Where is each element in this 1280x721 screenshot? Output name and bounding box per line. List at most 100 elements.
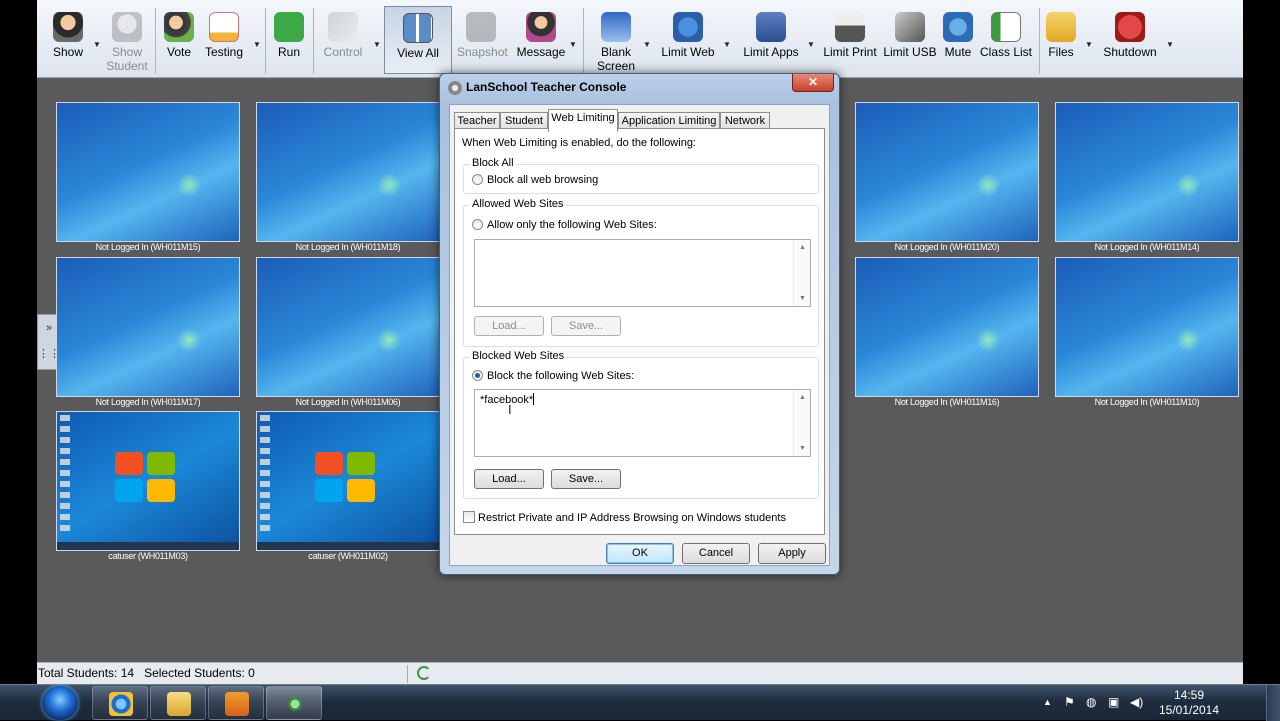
limit-web-dropdown-arrow[interactable]: ▼ (723, 40, 731, 49)
student-thumbnail[interactable] (56, 257, 240, 397)
toolbar-separator (583, 8, 584, 74)
scrollbar[interactable]: ▲ ▼ (793, 240, 810, 306)
scrollbar[interactable]: ▲ ▼ (793, 390, 810, 456)
show-icon (53, 12, 83, 42)
student-thumbnail-label: Not Logged In (WH011M06) (295, 397, 401, 407)
allowed-sites-textbox[interactable]: ▲ ▼ (474, 239, 811, 307)
limit-print-icon (835, 12, 865, 42)
taskbar-media-player[interactable] (208, 686, 264, 720)
limit-web-button[interactable]: Limit Web (659, 6, 717, 74)
limit-apps-button[interactable]: Limit Apps (739, 6, 803, 74)
restrict-private-ip-checkbox[interactable]: Restrict Private and IP Address Browsing… (463, 511, 786, 524)
internet-explorer-icon (109, 692, 133, 716)
snapshot-icon (466, 12, 496, 42)
message-button[interactable]: Message (515, 6, 567, 74)
view-all-button[interactable]: View All (384, 6, 452, 74)
student-thumbnail[interactable] (256, 257, 440, 397)
taskbar-file-explorer[interactable] (150, 686, 206, 720)
limit-apps-icon (756, 12, 786, 42)
student-thumbnail-label: Not Logged In (WH011M16) (894, 397, 1000, 407)
action-center-flag-icon[interactable]: ⚑ (1064, 695, 1075, 709)
start-button[interactable] (42, 686, 78, 720)
shutdown-button[interactable]: Shutdown (1101, 6, 1159, 74)
show-hidden-icons-icon[interactable]: ▲ (1043, 697, 1052, 707)
intro-text: When Web Limiting is enabled, do the fol… (462, 137, 696, 149)
toolbar-separator (1039, 8, 1040, 74)
testing-dropdown-arrow[interactable]: ▼ (253, 40, 261, 49)
web-limiting-panel: When Web Limiting is enabled, do the fol… (454, 128, 825, 535)
snapshot-button[interactable]: Snapshot (457, 6, 508, 74)
student-thumbnail[interactable] (855, 257, 1039, 397)
cancel-button[interactable]: Cancel (682, 543, 750, 564)
volume-icon[interactable]: ◀) (1130, 695, 1143, 709)
scroll-down-icon: ▼ (799, 445, 806, 452)
clock-date: 15/01/2014 (1158, 703, 1220, 717)
run-button[interactable]: Run (271, 6, 307, 74)
scroll-up-icon: ▲ (799, 244, 806, 251)
student-thumbnail[interactable] (56, 411, 240, 551)
ibeam-cursor-icon: I (508, 402, 512, 417)
show-dropdown-arrow[interactable]: ▼ (93, 40, 101, 49)
taskbar-internet-explorer[interactable] (92, 686, 148, 720)
files-dropdown-arrow[interactable]: ▼ (1085, 40, 1093, 49)
allow-only-radio[interactable]: Allow only the following Web Sites: (472, 219, 657, 231)
blank-screen-dropdown-arrow[interactable]: ▼ (643, 40, 651, 49)
student-thumbnail[interactable] (56, 102, 240, 242)
media-player-icon (225, 692, 249, 716)
student-thumbnail[interactable] (256, 102, 440, 242)
network-icon[interactable]: ▣ (1108, 695, 1119, 709)
limit-usb-button[interactable]: Limit USB (883, 6, 937, 74)
windows-logo-icon (115, 452, 179, 504)
toolbar-separator (265, 8, 266, 74)
shutdown-dropdown-arrow[interactable]: ▼ (1166, 40, 1174, 49)
student-thumbnail[interactable] (256, 411, 440, 551)
student-thumbnail-label: catuser (WH011M03) (108, 551, 188, 561)
show-student-button[interactable]: Show Student (105, 6, 149, 74)
allowed-sites-group: Allowed Web Sites Allow only the followi… (463, 198, 819, 347)
system-clock[interactable]: 14:59 15/01/2014 (1156, 688, 1222, 718)
student-thumbnail-label: catuser (WH011M02) (308, 551, 388, 561)
show-desktop-button[interactable] (1266, 685, 1280, 721)
tab-web-limiting[interactable]: Web Limiting (548, 109, 618, 132)
limit-print-button[interactable]: Limit Print (821, 6, 879, 74)
toolbar-separator (155, 8, 156, 74)
apply-button[interactable]: Apply (758, 543, 826, 564)
shutdown-icon (1115, 12, 1145, 42)
mute-icon (943, 12, 973, 42)
block-all-radio[interactable]: Block all web browsing (472, 174, 598, 186)
control-button[interactable]: Control (319, 6, 367, 74)
blocked-load-button[interactable]: Load... (474, 469, 544, 489)
close-button[interactable]: ✕ (792, 74, 834, 92)
allowed-save-button[interactable]: Save... (551, 316, 621, 336)
control-icon (328, 12, 358, 42)
message-dropdown-arrow[interactable]: ▼ (569, 40, 577, 49)
blank-screen-button[interactable]: Blank Screen (593, 6, 639, 74)
allowed-load-button[interactable]: Load... (474, 316, 544, 336)
control-dropdown-arrow[interactable]: ▼ (373, 40, 381, 49)
student-thumbnail[interactable] (1055, 102, 1239, 242)
taskbar-lanschool[interactable] (266, 686, 322, 720)
files-button[interactable]: Files (1045, 6, 1077, 74)
testing-button[interactable]: Testing (201, 6, 247, 74)
block-all-group: Block All Block all web browsing (463, 157, 819, 194)
blocked-sites-group: Blocked Web Sites Block the following We… (463, 350, 819, 499)
show-button[interactable]: Show (47, 6, 89, 74)
ok-button[interactable]: OK (606, 543, 674, 564)
student-thumbnail[interactable] (1055, 257, 1239, 397)
blocked-sites-textbox[interactable]: *facebook* I ▲ ▼ (474, 389, 811, 457)
student-thumbnail[interactable] (855, 102, 1039, 242)
blocked-save-button[interactable]: Save... (551, 469, 621, 489)
lanschool-tray-icon[interactable]: ◍ (1086, 695, 1096, 709)
vote-button[interactable]: Vote (159, 6, 199, 74)
student-thumbnail-label: Not Logged In (WH011M15) (95, 242, 201, 252)
student-thumbnail-label: Not Logged In (WH011M14) (1094, 242, 1200, 252)
refresh-icon[interactable] (417, 666, 431, 680)
lanschool-icon (448, 81, 462, 95)
block-following-radio[interactable]: Block the following Web Sites: (472, 370, 634, 382)
text-caret (533, 393, 535, 405)
mute-button[interactable]: Mute (941, 6, 975, 74)
limit-apps-dropdown-arrow[interactable]: ▼ (807, 40, 815, 49)
class-list-button[interactable]: Class List (979, 6, 1033, 74)
status-bar: Total Students: 14 Selected Students: 0 (37, 662, 1243, 684)
show-student-icon (112, 12, 142, 42)
